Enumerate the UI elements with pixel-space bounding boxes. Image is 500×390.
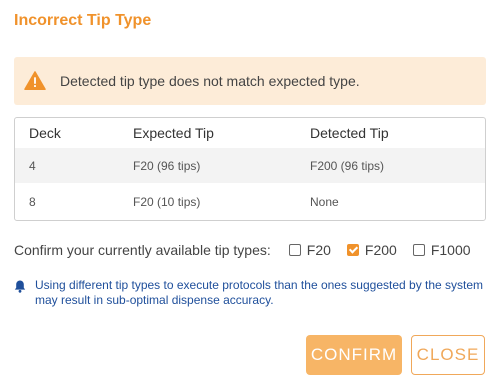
checkbox-f200-label: F200 xyxy=(364,242,397,258)
checkbox-f1000-label: F1000 xyxy=(430,242,471,258)
cell-detected: None xyxy=(310,195,339,209)
warning-text: Detected tip type does not match expecte… xyxy=(60,73,360,89)
checkbox-f20[interactable]: F20 xyxy=(288,242,331,258)
header-deck: Deck xyxy=(29,125,61,141)
cell-deck: 8 xyxy=(29,195,36,209)
table-header: Deck Expected Tip Detected Tip xyxy=(15,118,485,148)
info-note-text: Using different tip types to execute pro… xyxy=(35,278,484,307)
dialog-title: Incorrect Tip Type xyxy=(14,12,152,29)
table-row: 4 F20 (96 tips) F200 (96 tips) xyxy=(15,148,485,183)
checkbox-f200[interactable]: F200 xyxy=(346,242,397,258)
cell-expected: F20 (96 tips) xyxy=(133,158,201,173)
info-note: Using different tip types to execute pro… xyxy=(14,278,486,308)
cell-detected: F200 (96 tips) xyxy=(310,158,385,173)
confirm-button[interactable]: CONFIRM xyxy=(306,335,402,375)
header-expected-tip: Expected Tip xyxy=(133,125,214,141)
cell-expected: F20 (10 tips) xyxy=(133,195,201,209)
close-button[interactable]: CLOSE xyxy=(411,335,485,375)
tip-type-selection: Confirm your currently available tip typ… xyxy=(14,240,487,260)
warning-triangle-icon xyxy=(24,71,46,90)
warning-banner: Detected tip type does not match expecte… xyxy=(14,57,486,105)
table-row: 8 F20 (10 tips) None xyxy=(15,183,485,220)
confirm-label: Confirm your currently available tip typ… xyxy=(14,242,271,258)
checkbox-f20-box[interactable] xyxy=(288,244,301,256)
checkbox-f20-label: F20 xyxy=(306,242,331,258)
checkbox-f200-box[interactable] xyxy=(346,244,359,256)
checkbox-f1000[interactable]: F1000 xyxy=(412,242,471,258)
cell-deck: 4 xyxy=(29,158,36,173)
bell-icon xyxy=(14,280,26,293)
checkbox-f1000-box[interactable] xyxy=(412,244,425,256)
tip-table: Deck Expected Tip Detected Tip 4 F20 (96… xyxy=(14,117,486,221)
header-detected-tip: Detected Tip xyxy=(310,125,389,141)
